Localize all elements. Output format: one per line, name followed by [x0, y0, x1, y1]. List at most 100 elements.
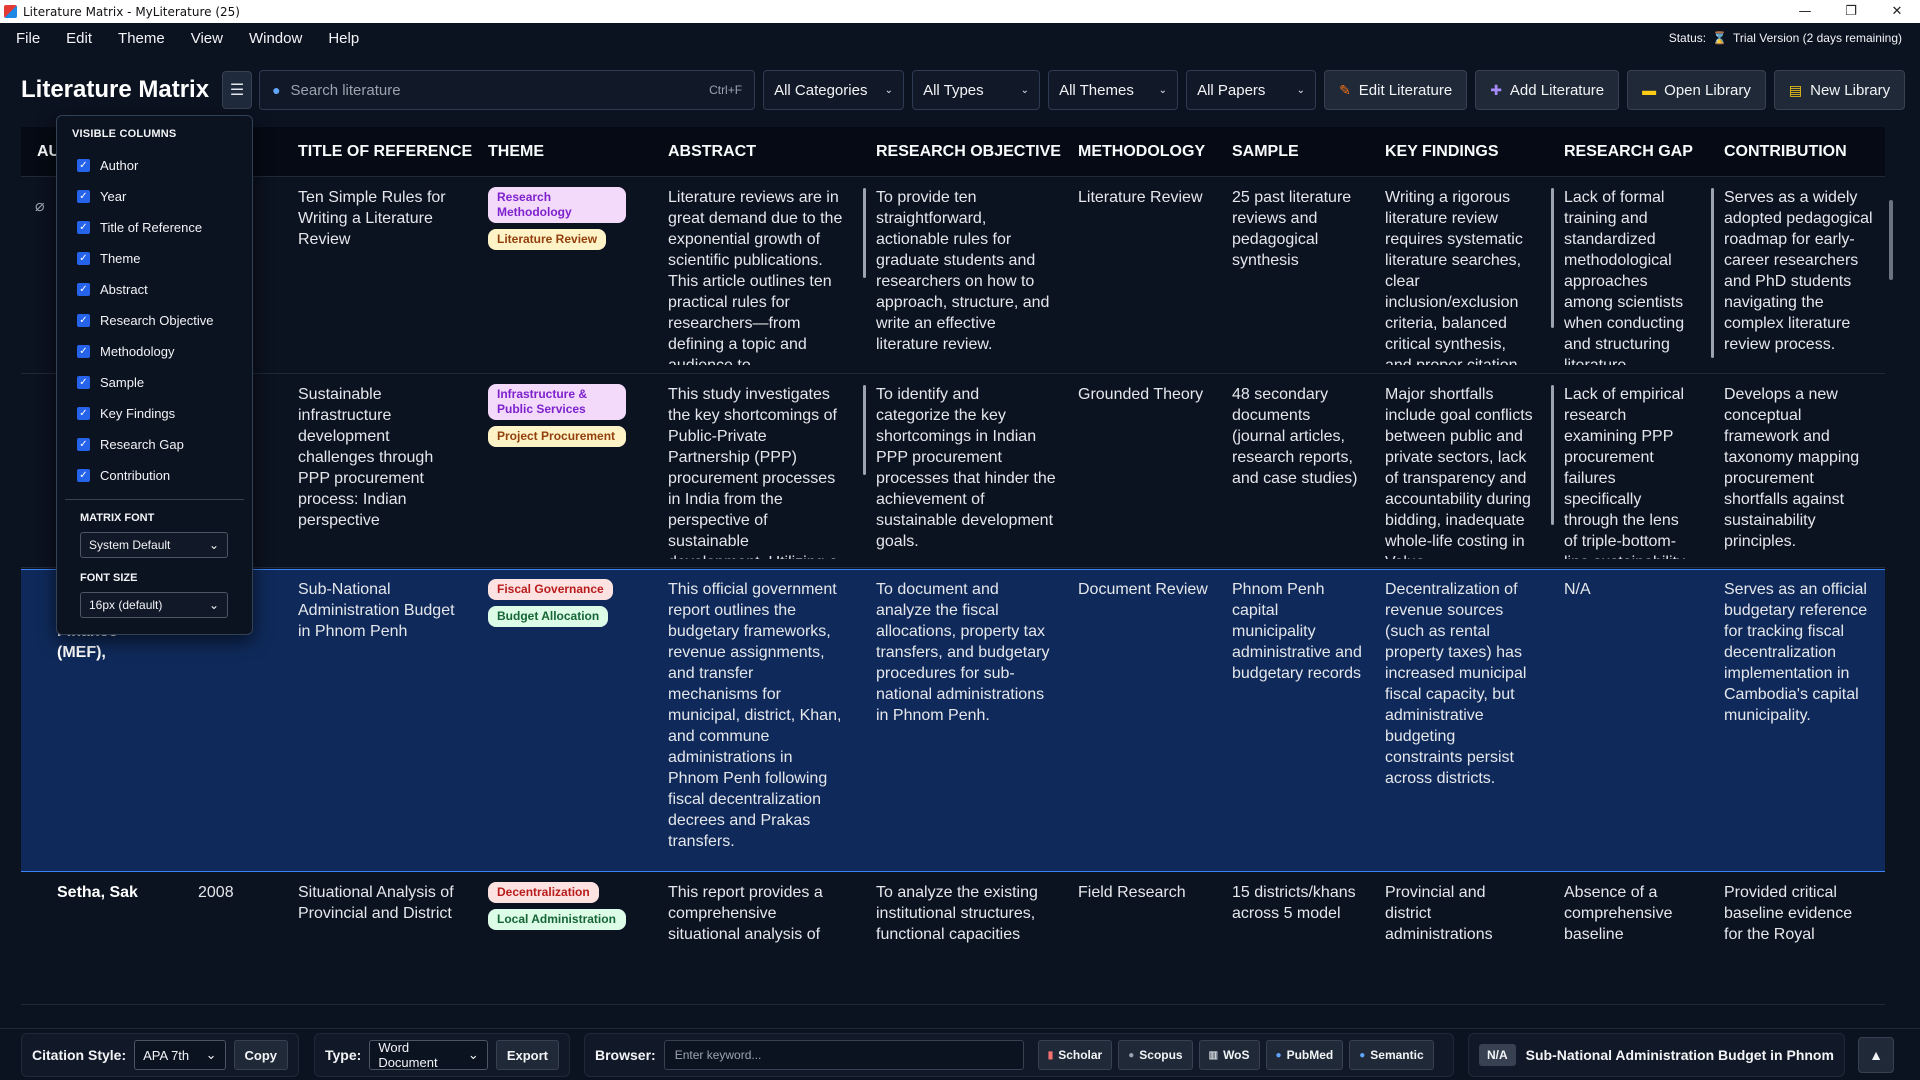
open-library-button[interactable]: ▬ Open Library [1627, 70, 1766, 110]
column-toggle[interactable]: ✓ Research Objective [57, 305, 252, 336]
scholar-button[interactable]: ▮ Scholar [1037, 1040, 1113, 1070]
table-scrollbar[interactable] [1889, 200, 1893, 280]
selected-reference-group: N/A Sub-National Administration Budget i… [1468, 1033, 1845, 1077]
header-title[interactable]: TITLE OF REFERENCE [298, 127, 472, 177]
checkbox-checked-icon[interactable]: ✓ [77, 407, 90, 420]
checkbox-checked-icon[interactable]: ✓ [77, 438, 90, 451]
cell-scrollbar[interactable] [1551, 385, 1554, 525]
paper-filter[interactable]: All Papers ⌄ [1186, 70, 1317, 110]
checkbox-checked-icon[interactable]: ✓ [77, 345, 90, 358]
popup-divider [65, 499, 244, 500]
header-findings[interactable]: KEY FINDINGS [1385, 127, 1499, 177]
chevron-down-icon: ⌄ [208, 538, 219, 552]
header-theme[interactable]: THEME [488, 127, 544, 177]
column-menu-button[interactable]: ☰ [222, 71, 253, 109]
checkbox-checked-icon[interactable]: ✓ [77, 190, 90, 203]
menu-window[interactable]: Window [249, 30, 302, 47]
table-row[interactable]: ⌀ Ten Simple Rules for Writing a Literatu… [21, 178, 1885, 374]
citation-style-select[interactable]: APA 7th ⌄ [134, 1040, 226, 1070]
column-toggle[interactable]: ✓ Methodology [57, 336, 252, 367]
checkbox-checked-icon[interactable]: ✓ [77, 221, 90, 234]
semantic-button[interactable]: ● Semantic [1349, 1040, 1434, 1070]
new-library-button[interactable]: ▤ New Library [1773, 70, 1906, 110]
cell-methodology: Document Review [1078, 581, 1208, 598]
cell-sample: 48 secondary documents (journal articles… [1232, 386, 1358, 487]
search-input[interactable] [290, 81, 710, 99]
paperclip-icon[interactable]: ⌀ [35, 196, 45, 216]
theme-tag[interactable]: Literature Review [488, 229, 607, 250]
bottom-bar: Citation Style: APA 7th ⌄ Copy Type: Word… [0, 1028, 1920, 1080]
menu-help[interactable]: Help [328, 30, 359, 47]
triangle-up-icon: ▲ [1869, 1047, 1883, 1063]
cell-abstract: This official government report outlines… [668, 581, 842, 850]
column-toggle[interactable]: ✓ Theme [57, 243, 252, 274]
column-toggle[interactable]: ✓ Contribution [57, 460, 252, 491]
cell-objective: To document and analyze the fiscal alloc… [876, 581, 1050, 724]
pin-icon: ● [1128, 1049, 1135, 1061]
copy-button[interactable]: Copy [233, 1040, 288, 1070]
column-toggle[interactable]: ✓ Title of Reference [57, 212, 252, 243]
checkbox-checked-icon[interactable]: ✓ [77, 376, 90, 389]
export-button[interactable]: Export [495, 1040, 559, 1070]
paper-filter-value: All Papers [1197, 81, 1266, 99]
header-objective[interactable]: RESEARCH OBJECTIVE [876, 127, 1061, 177]
scopus-button[interactable]: ● Scopus [1118, 1040, 1193, 1070]
add-literature-button[interactable]: ✚ Add Literature [1475, 70, 1620, 110]
header-contribution[interactable]: CONTRIBUTION [1724, 127, 1847, 177]
scopus-label: Scopus [1139, 1048, 1183, 1062]
export-type-select[interactable]: Word Document ⌄ [369, 1040, 488, 1070]
theme-tag[interactable]: Local Administration [488, 909, 626, 930]
category-filter[interactable]: All Categories ⌄ [763, 70, 905, 110]
checkbox-checked-icon[interactable]: ✓ [77, 469, 90, 482]
browser-label: Browser: [595, 1047, 656, 1063]
theme-tag[interactable]: Research Methodology [488, 187, 626, 223]
theme-tag[interactable]: Fiscal Governance [488, 579, 613, 600]
menu-view[interactable]: View [191, 30, 223, 47]
theme-tag[interactable]: Decentralization [488, 882, 599, 903]
pubmed-button[interactable]: ● PubMed [1265, 1040, 1344, 1070]
matrix-font-select[interactable]: System Default ⌄ [80, 532, 228, 558]
column-toggle[interactable]: ✓ Abstract [57, 274, 252, 305]
header-sample[interactable]: SAMPLE [1232, 127, 1299, 177]
minimize-icon[interactable]: — [1782, 0, 1828, 23]
header-methodology[interactable]: METHODOLOGY [1078, 127, 1205, 177]
wos-button[interactable]: ▥ WoS [1198, 1040, 1260, 1070]
theme-tag[interactable]: Budget Allocation [488, 606, 609, 627]
checkbox-checked-icon[interactable]: ✓ [77, 252, 90, 265]
table-row[interactable]: Ministry of Economy and Finance (MEF),20… [21, 569, 1885, 872]
edit-literature-button[interactable]: ✎ Edit Literature [1324, 70, 1468, 110]
table-row[interactable]: Setha, Sak 2008 Situational Analysis of Pr… [21, 873, 1885, 1005]
header-abstract[interactable]: ABSTRACT [668, 127, 756, 177]
expand-panel-button[interactable]: ▲ [1858, 1037, 1894, 1073]
column-toggle[interactable]: ✓ Sample [57, 367, 252, 398]
theme-tag[interactable]: Infrastructure & Public Services [488, 384, 626, 420]
column-toggle[interactable]: ✓ Author [57, 150, 252, 181]
menu-file[interactable]: File [16, 30, 40, 47]
column-toggle[interactable]: ✓ Research Gap [57, 429, 252, 460]
restore-icon[interactable]: ❐ [1828, 0, 1874, 23]
theme-tag[interactable]: Project Procurement [488, 426, 626, 447]
cell-scrollbar[interactable] [863, 188, 866, 278]
cell-contribution: Serves as a widely adopted pedagogical r… [1724, 189, 1873, 353]
cell-scrollbar[interactable] [1551, 188, 1554, 328]
browser-keyword-input[interactable] [663, 1040, 1024, 1070]
cell-scrollbar[interactable] [1711, 188, 1714, 358]
citation-group: Citation Style: APA 7th ⌄ Copy [21, 1033, 299, 1077]
font-size-select[interactable]: 16px (default) ⌄ [80, 592, 228, 618]
checkbox-checked-icon[interactable]: ✓ [77, 314, 90, 327]
header-gap[interactable]: RESEARCH GAP [1564, 127, 1693, 177]
checkbox-checked-icon[interactable]: ✓ [77, 159, 90, 172]
search-icon: ● [272, 82, 281, 98]
column-toggle[interactable]: ✓ Year [57, 181, 252, 212]
type-filter[interactable]: All Types ⌄ [912, 70, 1041, 110]
pubmed-label: PubMed [1286, 1048, 1334, 1062]
menu-theme[interactable]: Theme [118, 30, 165, 47]
font-size-label: FONT SIZE [80, 572, 138, 584]
checkbox-checked-icon[interactable]: ✓ [77, 283, 90, 296]
close-icon[interactable]: ✕ [1874, 0, 1920, 23]
table-row[interactable]: Sustainable infrastructure development c… [21, 375, 1885, 568]
theme-filter[interactable]: All Themes ⌄ [1048, 70, 1179, 110]
column-toggle[interactable]: ✓ Key Findings [57, 398, 252, 429]
cell-scrollbar[interactable] [863, 385, 866, 475]
menu-edit[interactable]: Edit [66, 30, 92, 47]
